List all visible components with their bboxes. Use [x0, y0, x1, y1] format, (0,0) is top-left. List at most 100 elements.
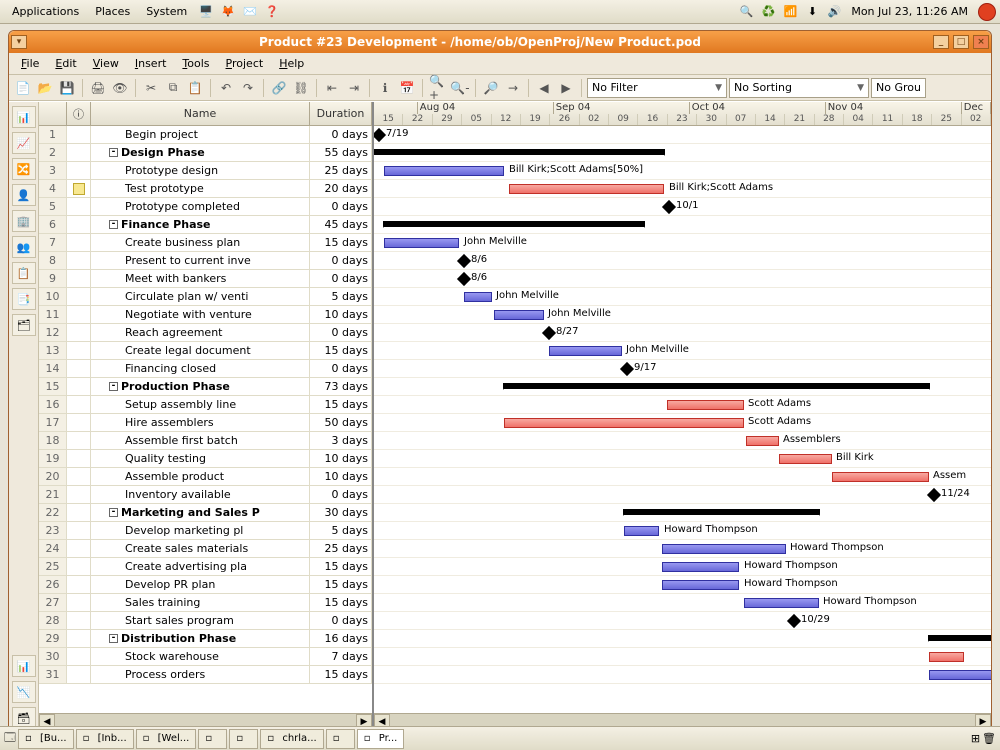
task-duration[interactable]: 0 days — [310, 486, 372, 503]
gantt-row[interactable]: John Melville — [374, 342, 991, 360]
task-duration[interactable]: 0 days — [310, 360, 372, 377]
filter-combo[interactable]: No Filter▼ — [587, 78, 727, 98]
info-button[interactable]: ℹ — [375, 78, 395, 98]
task-name[interactable]: -Marketing and Sales P — [91, 504, 310, 521]
gantt-row[interactable]: 8/6 — [374, 270, 991, 288]
gantt-bar[interactable] — [384, 166, 504, 176]
help-icon[interactable]: ❓ — [263, 3, 281, 21]
table-row[interactable]: 8Present to current inve0 days — [39, 252, 372, 270]
undo-button[interactable]: ↶ — [216, 78, 236, 98]
resource-view-button[interactable]: 👤 — [12, 184, 36, 206]
gantt-bar[interactable] — [384, 238, 459, 248]
task-name[interactable]: -Design Phase — [91, 144, 310, 161]
task-duration[interactable]: 10 days — [310, 468, 372, 485]
task-name[interactable]: -Finance Phase — [91, 216, 310, 233]
histogram-button[interactable]: 📊 — [12, 655, 36, 677]
close-button[interactable]: × — [973, 35, 989, 49]
gantt-row[interactable]: Howard Thompson — [374, 594, 991, 612]
gantt-row[interactable]: Assemblers — [374, 432, 991, 450]
gantt-row[interactable]: Howard Thompson — [374, 540, 991, 558]
zoom-out-button[interactable]: 🔍- — [450, 78, 470, 98]
task-duration[interactable]: 5 days — [310, 288, 372, 305]
task-duration[interactable]: 7 days — [310, 648, 372, 665]
network-view-button[interactable]: 🔀 — [12, 158, 36, 180]
task-name[interactable]: Meet with bankers — [91, 270, 310, 287]
gantt-bar[interactable] — [779, 454, 832, 464]
table-row[interactable]: 10Circulate plan w/ venti5 days — [39, 288, 372, 306]
table-row[interactable]: 5Prototype completed0 days — [39, 198, 372, 216]
table-row[interactable]: 24Create sales materials25 days — [39, 540, 372, 558]
gantt-row[interactable]: Scott Adams — [374, 414, 991, 432]
gantt-row[interactable] — [374, 378, 991, 396]
task-duration[interactable]: 20 days — [310, 180, 372, 197]
task-duration[interactable]: 15 days — [310, 342, 372, 359]
launcher-icon[interactable]: 🖥️ — [197, 3, 215, 21]
task-name[interactable]: -Distribution Phase — [91, 630, 310, 647]
task-duration[interactable]: 45 days — [310, 216, 372, 233]
find-button[interactable]: 🔎 — [481, 78, 501, 98]
table-row[interactable]: 22-Marketing and Sales P30 days — [39, 504, 372, 522]
chart-button[interactable]: 📉 — [12, 681, 36, 703]
wbs-view-button[interactable]: 🏢 — [12, 210, 36, 232]
unlink-button[interactable]: ⛓ — [291, 78, 311, 98]
table-row[interactable]: 30Stock warehouse7 days — [39, 648, 372, 666]
milestone-icon[interactable] — [662, 200, 676, 214]
task-name[interactable]: Process orders — [91, 666, 310, 683]
gantt-row[interactable]: Scott Adams — [374, 396, 991, 414]
task-name[interactable]: Develop PR plan — [91, 576, 310, 593]
table-row[interactable]: 28Start sales program0 days — [39, 612, 372, 630]
task-name[interactable]: Test prototype — [91, 180, 310, 197]
table-row[interactable]: 12Reach agreement0 days — [39, 324, 372, 342]
report-view-button[interactable]: 📋 — [12, 262, 36, 284]
task-name[interactable]: Circulate plan w/ venti — [91, 288, 310, 305]
gantt-row[interactable]: Howard Thompson — [374, 558, 991, 576]
menu-help[interactable]: Help — [271, 55, 312, 72]
menu-file[interactable]: File — [13, 55, 47, 72]
table-row[interactable]: 7Create business plan15 days — [39, 234, 372, 252]
workspace-switcher[interactable]: ⊞ — [971, 732, 980, 745]
task-duration[interactable]: 15 days — [310, 594, 372, 611]
task-name[interactable]: Prototype design — [91, 162, 310, 179]
gantt-row[interactable]: 11/24 — [374, 486, 991, 504]
task-name[interactable]: Start sales program — [91, 612, 310, 629]
power-button[interactable] — [978, 3, 996, 21]
gantt-bar[interactable] — [624, 509, 819, 515]
task-name[interactable]: Begin project — [91, 126, 310, 143]
gantt-bar[interactable] — [929, 652, 964, 662]
table-row[interactable]: 27Sales training15 days — [39, 594, 372, 612]
group-combo[interactable]: No Grou — [871, 78, 926, 98]
task-name[interactable]: Develop marketing pl — [91, 522, 310, 539]
task-duration[interactable]: 5 days — [310, 522, 372, 539]
table-row[interactable]: 25Create advertising pla15 days — [39, 558, 372, 576]
calendar-button[interactable]: 📅 — [397, 78, 417, 98]
mail-icon[interactable]: ✉️ — [241, 3, 259, 21]
milestone-icon[interactable] — [620, 362, 634, 376]
gantt-row[interactable]: 10/29 — [374, 612, 991, 630]
show-desktop-button[interactable]: 🗔 — [4, 729, 16, 748]
gantt-bar[interactable] — [504, 383, 929, 389]
gantt-row[interactable]: 8/27 — [374, 324, 991, 342]
milestone-icon[interactable] — [927, 488, 941, 502]
gantt-row[interactable]: Howard Thompson — [374, 576, 991, 594]
task-name[interactable]: Assemble product — [91, 468, 310, 485]
gantt-row[interactable] — [374, 666, 991, 684]
gantt-bar[interactable] — [374, 149, 664, 155]
gantt-bar[interactable] — [662, 544, 786, 554]
gnome-menu-system[interactable]: System — [138, 3, 195, 20]
task-duration[interactable]: 15 days — [310, 396, 372, 413]
gantt-row[interactable] — [374, 504, 991, 522]
task-duration[interactable]: 55 days — [310, 144, 372, 161]
task-name[interactable]: Quality testing — [91, 450, 310, 467]
col-duration[interactable]: Duration — [310, 102, 372, 125]
task-name[interactable]: Hire assemblers — [91, 414, 310, 431]
task-duration[interactable]: 73 days — [310, 378, 372, 395]
taskbar-item[interactable]: ▫ — [229, 729, 258, 749]
search-icon[interactable]: 🔍 — [737, 3, 755, 21]
gantt-bar[interactable] — [504, 418, 744, 428]
gantt-row[interactable]: Bill Kirk;Scott Adams — [374, 180, 991, 198]
task-name[interactable]: Financing closed — [91, 360, 310, 377]
clock[interactable]: Mon Jul 23, 11:26 AM — [845, 5, 974, 18]
table-row[interactable]: 6-Finance Phase45 days — [39, 216, 372, 234]
preview-button[interactable]: 👁 — [110, 78, 130, 98]
gantt-row[interactable]: 8/6 — [374, 252, 991, 270]
